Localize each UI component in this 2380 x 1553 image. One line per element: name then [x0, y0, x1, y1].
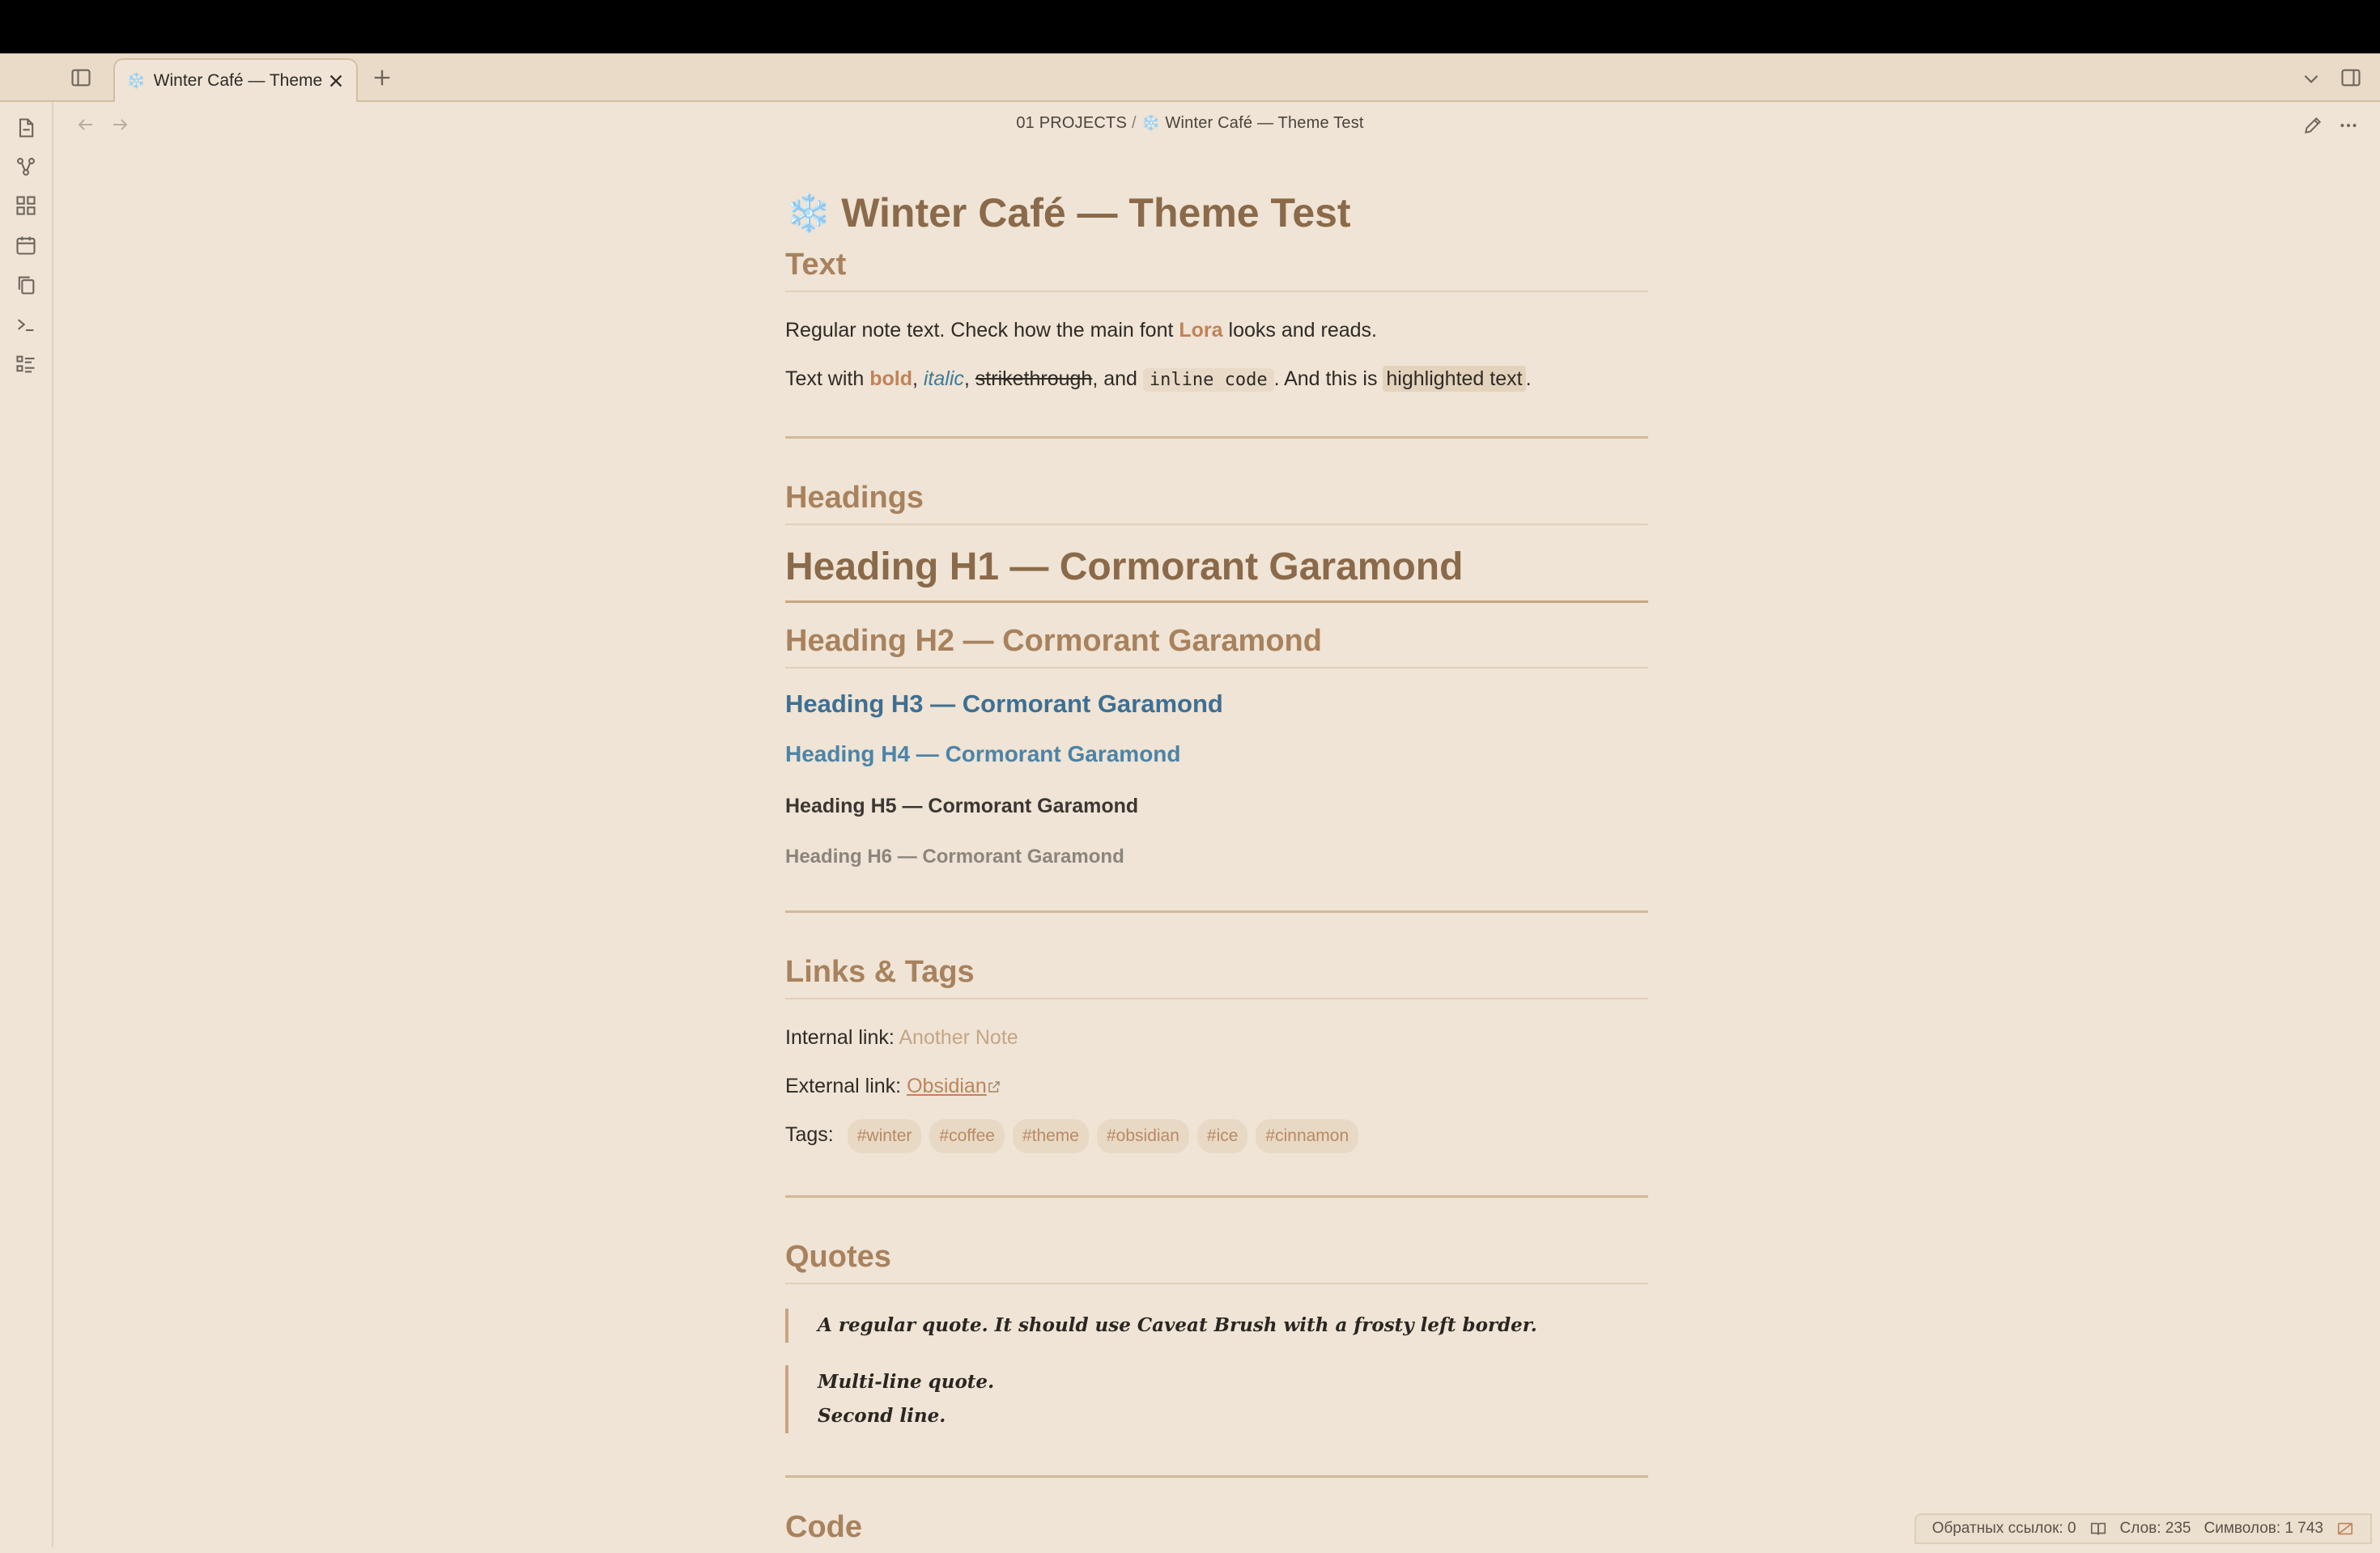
text-run: ,	[963, 367, 975, 390]
text-run: Text with	[785, 367, 870, 390]
calendar-icon[interactable]	[15, 234, 37, 257]
text-run: Regular note text. Check how the main fo…	[785, 319, 1179, 342]
heading-h4: Heading H4 — Cormorant Garamond	[785, 741, 1181, 766]
note-title-text: Winter Café — Theme Test	[841, 190, 1351, 235]
divider	[785, 1195, 1648, 1198]
snowflake-icon: ❄️	[1141, 115, 1161, 132]
section-heading-headings: Headings	[785, 481, 1648, 525]
tag[interactable]: #obsidian	[1096, 1119, 1189, 1153]
quote-line: Multi-line quote.	[818, 1371, 995, 1393]
external-link-line: External link: Obsidian	[785, 1072, 1648, 1100]
quote-line: Second line.	[818, 1405, 946, 1427]
tag[interactable]: #winter	[847, 1119, 922, 1153]
snowflake-icon: ❄️	[126, 73, 146, 90]
edit-pencil-icon[interactable]	[2302, 115, 2323, 136]
status-bar: Обратных ссылок: 0 Слов: 235 Символов: 1…	[1914, 1513, 2372, 1544]
external-link[interactable]: Obsidian	[907, 1075, 987, 1097]
backlinks-count[interactable]: Обратных ссылок: 0	[1932, 1520, 2076, 1538]
heading-h1: Heading H1 — Cormorant Garamond	[785, 545, 1648, 603]
internal-link[interactable]: Another Note	[899, 1026, 1018, 1049]
divider	[785, 1475, 1648, 1478]
section-heading-code: Code	[785, 1510, 862, 1544]
breadcrumb-separator: /	[1132, 114, 1137, 132]
heading-h3: Heading H3 — Cormorant Garamond	[785, 690, 1223, 718]
tags-label: Tags:	[785, 1123, 834, 1146]
heading-h6: Heading H6 — Cormorant Garamond	[785, 846, 1124, 868]
divider	[785, 436, 1648, 439]
text-run: . And this is	[1273, 367, 1383, 390]
right-sidebar-toggle-icon[interactable]	[2340, 66, 2362, 89]
list-icon[interactable]	[15, 353, 37, 376]
char-count: Символов: 1 743	[2204, 1520, 2324, 1537]
chevron-down-icon[interactable]	[2301, 68, 2322, 89]
section-heading-text: Text	[785, 248, 1648, 292]
sync-off-icon[interactable]	[2336, 1520, 2354, 1538]
text-run: ,	[912, 367, 924, 390]
section-heading-quotes: Quotes	[785, 1240, 1648, 1284]
section-heading-links: Links & Tags	[785, 955, 1648, 999]
blockquote: A regular quote. It should use Caveat Br…	[785, 1309, 1648, 1343]
tag[interactable]: #cinnamon	[1256, 1119, 1359, 1153]
snowflake-icon: ❄️	[785, 191, 832, 234]
breadcrumb: 01 PROJECTS / ❄️ Winter Café — Theme Test	[0, 113, 2380, 133]
text-run: .	[1525, 367, 1532, 390]
new-tab-plus-icon[interactable]	[371, 66, 393, 89]
heading-h2: Heading H2 — Cormorant Garamond	[785, 624, 1648, 668]
note-content: ❄️ Winter Café — Theme Test Text Regular…	[785, 183, 1648, 1553]
word-count: Слов: 235	[2119, 1520, 2191, 1537]
tag[interactable]: #ice	[1196, 1119, 1248, 1153]
divider	[785, 910, 1648, 913]
text-run: , and	[1092, 367, 1143, 390]
font-name: Lora	[1179, 319, 1223, 342]
quote-line: A regular quote. It should use Caveat Br…	[818, 1314, 1537, 1336]
text-run: External link:	[785, 1075, 907, 1097]
note-title: ❄️ Winter Café — Theme Test	[785, 189, 1648, 236]
strikethrough-text: strikethrough	[975, 367, 1093, 390]
grid-icon[interactable]	[15, 194, 37, 217]
tag[interactable]: #coffee	[929, 1119, 1005, 1153]
more-options-icon[interactable]	[2338, 115, 2359, 136]
blockquote-multiline: Multi-line quote. Second line.	[785, 1365, 1648, 1433]
sidebar-toggle-icon[interactable]	[70, 66, 92, 89]
italic-text: italic	[923, 367, 964, 390]
window-top-bar	[0, 0, 2380, 53]
internal-link-line: Internal link: Another Note	[785, 1024, 1648, 1051]
inline-code: inline code	[1142, 368, 1274, 392]
external-link-icon	[987, 1074, 1001, 1093]
copy-icon[interactable]	[15, 274, 37, 296]
paragraph-formatting: Text with bold, italic, strikethrough, a…	[785, 365, 1648, 394]
tab-title: Winter Café — Theme ...	[153, 71, 327, 90]
heading-h5: Heading H5 — Cormorant Garamond	[785, 795, 1139, 817]
text-run: Internal link:	[785, 1026, 899, 1049]
graph-icon[interactable]	[15, 155, 37, 178]
tags-line: Tags: #winter #coffee #theme #obsidian #ice #…	[785, 1119, 1648, 1153]
breadcrumb-file[interactable]: Winter Café — Theme Test	[1165, 114, 1363, 132]
breadcrumb-folder[interactable]: 01 PROJECTS	[1016, 114, 1127, 132]
highlighted-text: highlighted text	[1383, 366, 1526, 392]
close-icon[interactable]	[327, 72, 345, 90]
bold-text: bold	[869, 367, 912, 390]
text-run: looks and reads.	[1222, 319, 1377, 342]
tab-active[interactable]: ❄️ Winter Café — Theme ...	[113, 58, 358, 102]
paragraph-font: Regular note text. Check how the main fo…	[785, 316, 1648, 344]
tag[interactable]: #theme	[1012, 1119, 1089, 1153]
terminal-icon[interactable]	[15, 313, 37, 336]
book-icon[interactable]	[2089, 1520, 2107, 1538]
